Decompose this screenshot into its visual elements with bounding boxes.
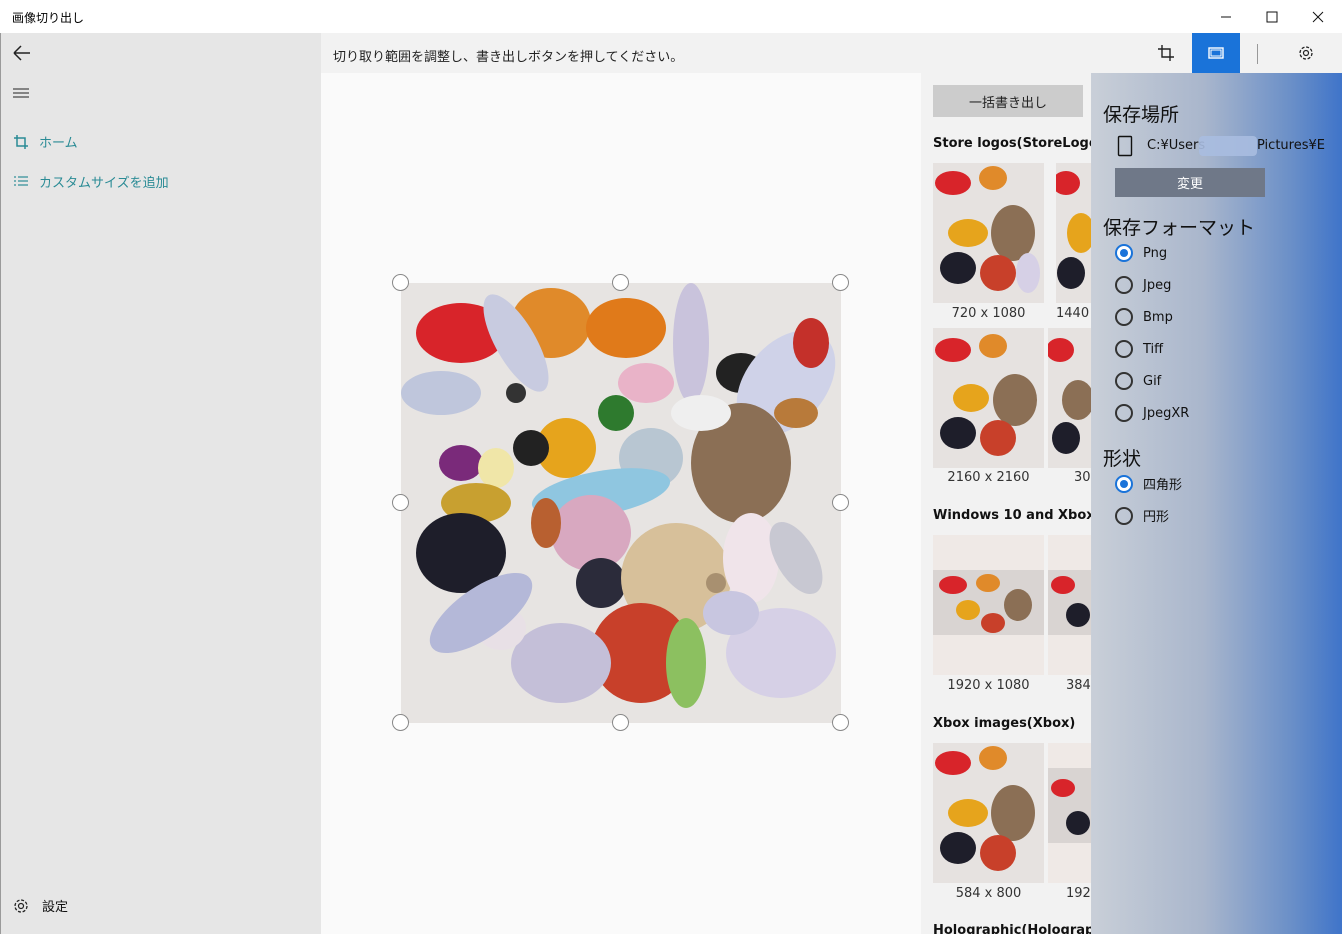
maximize-button[interactable] bbox=[1249, 0, 1295, 33]
thumbnail-size-label: 720 x 1080 bbox=[951, 306, 1026, 321]
crop-mode-button[interactable] bbox=[1142, 33, 1190, 73]
thumbnail-size-label: 30 bbox=[1074, 470, 1091, 485]
shape-option-square[interactable]: 四角形 bbox=[1115, 474, 1182, 493]
collage-image bbox=[401, 283, 841, 723]
settings-label: 設定 bbox=[42, 900, 69, 915]
radio-unselected[interactable] bbox=[1115, 404, 1133, 422]
section-title: Windows 10 and Xbox im bbox=[933, 508, 1091, 523]
instruction-text: 切り取り範囲を調整し、書き出しボタンを押してください。 bbox=[333, 50, 684, 65]
nav-pane: ホーム カスタムサイズを追加 設定 bbox=[0, 33, 321, 934]
radio-unselected[interactable] bbox=[1115, 506, 1133, 525]
crop-icon bbox=[1158, 45, 1174, 61]
radio-unselected[interactable] bbox=[1115, 276, 1133, 294]
format-option-bmp[interactable]: Bmp bbox=[1115, 308, 1173, 326]
preview-thumbnail[interactable] bbox=[933, 328, 1044, 468]
format-label: Gif bbox=[1143, 373, 1162, 389]
export-panel-button[interactable] bbox=[1192, 33, 1240, 73]
radio-unselected[interactable] bbox=[1115, 308, 1133, 326]
shape-option-circle[interactable]: 円形 bbox=[1115, 506, 1169, 525]
change-location-button[interactable]: 変更 bbox=[1115, 168, 1265, 197]
section-title: Holographic(Holographic bbox=[933, 923, 1091, 934]
thumbnail-size-label: 1920 x 1080 bbox=[947, 678, 1030, 693]
radio-selected[interactable] bbox=[1115, 244, 1133, 262]
format-label: Jpeg bbox=[1143, 277, 1172, 293]
format-label: Tiff bbox=[1143, 341, 1164, 357]
thumbnail-size-label: 1920 bbox=[1066, 886, 1091, 901]
redacted-username bbox=[1199, 136, 1257, 156]
back-button[interactable] bbox=[11, 43, 33, 67]
nav-item-add-custom-size[interactable]: カスタムサイズを追加 bbox=[13, 172, 169, 191]
device-icon bbox=[1117, 135, 1133, 161]
save-path-text: C:¥Users bbox=[1147, 138, 1206, 153]
preview-thumbnail[interactable] bbox=[1048, 535, 1091, 675]
shape-label: 円形 bbox=[1143, 510, 1170, 525]
crop-canvas bbox=[321, 73, 921, 934]
minimize-icon bbox=[1221, 16, 1231, 17]
format-title: 保存フォーマット bbox=[1103, 217, 1256, 239]
crop-handle-left[interactable] bbox=[392, 494, 409, 511]
preview-thumbnail[interactable] bbox=[1056, 163, 1091, 303]
nav-item-settings[interactable]: 設定 bbox=[12, 896, 68, 915]
hamburger-menu-button[interactable] bbox=[12, 85, 30, 104]
format-label: JpegXR bbox=[1143, 405, 1190, 421]
format-option-tiff[interactable]: Tiff bbox=[1115, 340, 1163, 358]
command-bar: 切り取り範囲を調整し、書き出しボタンを押してください。 bbox=[321, 33, 1342, 73]
preview-thumbnail[interactable] bbox=[1048, 743, 1091, 883]
thumbnail-size-label: 3840 bbox=[1066, 678, 1091, 693]
toolbar-divider bbox=[1257, 44, 1258, 64]
save-location-title: 保存場所 bbox=[1103, 104, 1180, 126]
crop-handle-right[interactable] bbox=[832, 494, 849, 511]
preview-thumbnail[interactable] bbox=[933, 535, 1044, 675]
thumbnail-size-label: 1440 bbox=[1056, 306, 1090, 321]
hamburger-icon bbox=[13, 88, 29, 98]
shape-title: 形状 bbox=[1103, 448, 1142, 470]
format-option-gif[interactable]: Gif bbox=[1115, 372, 1161, 390]
format-option-png[interactable]: Png bbox=[1115, 244, 1167, 262]
crop-handle-bottom-right[interactable] bbox=[832, 714, 849, 731]
thumbnail-size-label: 2160 x 2160 bbox=[947, 470, 1030, 485]
window-title: 画像切り出し bbox=[12, 11, 85, 25]
image-stack-icon bbox=[1208, 47, 1224, 59]
crop-handle-bottom-left[interactable] bbox=[392, 714, 409, 731]
settings-button[interactable] bbox=[1282, 33, 1330, 73]
nav-item-label: カスタムサイズを追加 bbox=[39, 176, 169, 191]
section-title: Store logos(StoreLogos) bbox=[933, 136, 1091, 151]
format-option-jpeg[interactable]: Jpeg bbox=[1115, 276, 1171, 294]
thumbnail-size-label: 584 x 800 bbox=[955, 886, 1022, 901]
crop-handle-top[interactable] bbox=[612, 274, 629, 291]
format-option-jpegxr[interactable]: JpegXR bbox=[1115, 404, 1189, 422]
shape-label: 四角形 bbox=[1143, 478, 1183, 493]
crop-handle-top-left[interactable] bbox=[392, 274, 409, 291]
crop-handle-bottom[interactable] bbox=[612, 714, 629, 731]
close-button[interactable] bbox=[1295, 0, 1341, 33]
crop-handle-top-right[interactable] bbox=[832, 274, 849, 291]
section-title: Xbox images(Xbox) bbox=[933, 716, 1076, 731]
format-label: Png bbox=[1143, 245, 1168, 261]
collage-artwork bbox=[401, 283, 841, 723]
gear-icon bbox=[14, 898, 28, 913]
title-bar: 画像切り出し bbox=[0, 0, 1342, 33]
gear-icon bbox=[1299, 46, 1313, 60]
list-icon bbox=[14, 175, 28, 186]
radio-unselected[interactable] bbox=[1115, 340, 1133, 358]
radio-selected[interactable] bbox=[1115, 474, 1133, 493]
close-icon bbox=[1312, 11, 1324, 22]
nav-item-label: ホーム bbox=[39, 136, 78, 151]
preview-panel: 一括書き出し Store logos(StoreLogos) 720 x 108… bbox=[921, 73, 1091, 934]
crop-icon bbox=[14, 134, 28, 149]
radio-unselected[interactable] bbox=[1115, 372, 1133, 390]
minimize-button[interactable] bbox=[1203, 0, 1249, 33]
maximize-icon bbox=[1266, 11, 1278, 22]
back-arrow-icon bbox=[13, 45, 30, 61]
export-settings-flyout: 保存場所 C:¥Users Pictures¥E 変更 保存フォーマット Png… bbox=[1091, 73, 1342, 934]
preview-thumbnail[interactable] bbox=[933, 163, 1044, 303]
format-label: Bmp bbox=[1143, 309, 1173, 325]
preview-thumbnail[interactable] bbox=[933, 743, 1044, 883]
batch-export-button[interactable]: 一括書き出し bbox=[933, 85, 1083, 117]
preview-thumbnail[interactable] bbox=[1048, 328, 1091, 468]
nav-item-home[interactable]: ホーム bbox=[13, 132, 78, 151]
save-path-tail: Pictures¥E bbox=[1257, 138, 1325, 153]
